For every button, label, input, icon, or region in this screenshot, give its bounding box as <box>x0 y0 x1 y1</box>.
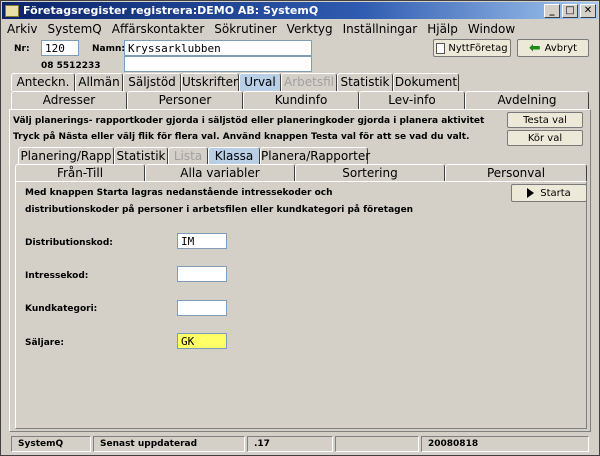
menu-hjalp[interactable]: Hjälp <box>422 22 463 36</box>
tab-kundinfo[interactable]: Kundinfo <box>243 91 359 109</box>
new-company-button[interactable]: NyttFöretag <box>433 39 511 57</box>
menu-sokrutiner[interactable]: Sökrutiner <box>209 22 281 36</box>
title-bar[interactable]: Företagsregister registrera:DEMO AB: Sys… <box>2 2 598 19</box>
tab-arbetsfil[interactable]: Arbetsfil <box>281 73 337 91</box>
app-icon <box>5 4 19 17</box>
cancel-button[interactable]: ⬅ Avbryt <box>517 39 589 57</box>
interest-code-field[interactable] <box>177 266 227 282</box>
new-company-label: NyttFöretag <box>448 42 508 54</box>
status-empty <box>335 436 419 452</box>
distribution-code-label: Distributionskod: <box>25 238 113 248</box>
tab-klassa[interactable]: Klassa <box>208 147 260 165</box>
start-label: Starta <box>540 187 571 199</box>
nr-label: Nr: <box>14 44 30 54</box>
window-title: Företagsregister registrera:DEMO AB: Sys… <box>23 4 319 17</box>
distribution-code-field[interactable]: IM <box>177 233 227 249</box>
customer-category-field[interactable] <box>177 300 227 316</box>
tab-anteckn[interactable]: Anteckn. <box>11 73 75 91</box>
tab-planera-rapporter[interactable]: Planera/Rapporter <box>260 147 370 165</box>
menu-arkiv[interactable]: Arkiv <box>2 22 43 36</box>
seller-label: Säljare: <box>25 338 64 348</box>
tab-personer[interactable]: Personer <box>127 91 243 109</box>
tab-alla-variabler[interactable]: Alla variabler <box>145 164 295 182</box>
tab-lista[interactable]: Lista <box>168 147 208 165</box>
run-selection-button[interactable]: Kör val <box>507 130 583 146</box>
tab-saljstod[interactable]: Säljstöd <box>123 73 181 91</box>
status-app: SystemQ <box>11 436 91 452</box>
menu-affarskontakter[interactable]: Affärskontakter <box>107 22 210 36</box>
seller-field[interactable]: GK <box>177 333 227 349</box>
close-button[interactable]: ✕ <box>580 3 596 18</box>
customer-category-label: Kundkategori: <box>25 304 98 314</box>
status-date: 20080818 <box>421 436 589 452</box>
phone-text: 08 5512233 <box>41 61 101 71</box>
start-button[interactable]: Starta <box>511 184 587 202</box>
klassa-panel <box>15 181 587 429</box>
menu-bar: Arkiv SystemQ Affärskontakter Sökrutiner… <box>2 20 598 38</box>
interest-code-label: Intressekod: <box>25 271 89 281</box>
play-icon <box>527 188 535 198</box>
namn-label: Namn: <box>92 44 125 54</box>
urval-info-2: Tryck på Nästa eller välj flik för flera… <box>13 132 470 142</box>
maximize-button[interactable]: □ <box>562 3 578 18</box>
test-selection-button[interactable]: Testa val <box>507 112 583 128</box>
namn-field[interactable]: Kryssarklubben <box>124 40 312 56</box>
tab-allman[interactable]: Allmän <box>75 73 123 91</box>
tab-lev-info[interactable]: Lev-info <box>359 91 465 109</box>
tab-adresser[interactable]: Adresser <box>11 91 127 109</box>
menu-installningar[interactable]: Inställningar <box>338 22 423 36</box>
back-arrow-icon: ⬅ <box>528 40 541 56</box>
tab-dokument[interactable]: Dokument <box>393 73 459 91</box>
tab-urval[interactable]: Urval <box>239 73 281 91</box>
tab-avdelning[interactable]: Avdelning <box>465 91 589 109</box>
status-version: .17 <box>247 436 333 452</box>
cancel-label: Avbryt <box>544 42 578 54</box>
app-window: Företagsregister registrera:DEMO AB: Sys… <box>0 0 600 456</box>
klassa-desc-2: distributionskoder på personer i arbetsf… <box>25 205 414 215</box>
urval-info-1: Välj planerings- rapportkoder gjorda i s… <box>13 116 485 126</box>
tab-fran-till[interactable]: Från-Till <box>15 164 145 182</box>
namn2-field[interactable] <box>124 56 312 72</box>
status-updated: Senast uppdaterad <box>93 436 245 452</box>
menu-verktyg[interactable]: Verktyg <box>282 22 338 36</box>
tab-utskrifter[interactable]: Utskrifter <box>181 73 239 91</box>
tab-planering-rapp[interactable]: Planering/Rapp <box>18 147 114 165</box>
tab-statistik[interactable]: Statistik <box>337 73 393 91</box>
klassa-desc-1: Med knappen Starta lagras nedanstående i… <box>25 188 333 198</box>
new-document-icon <box>436 42 446 54</box>
menu-systemq[interactable]: SystemQ <box>43 22 107 36</box>
tab-personval[interactable]: Personval <box>445 164 587 182</box>
tab-inner-statistik[interactable]: Statistik <box>114 147 168 165</box>
minimize-button[interactable]: _ <box>544 3 560 18</box>
menu-window[interactable]: Window <box>463 22 520 36</box>
nr-field[interactable]: 120 <box>41 40 79 56</box>
tab-sortering[interactable]: Sortering <box>295 164 445 182</box>
